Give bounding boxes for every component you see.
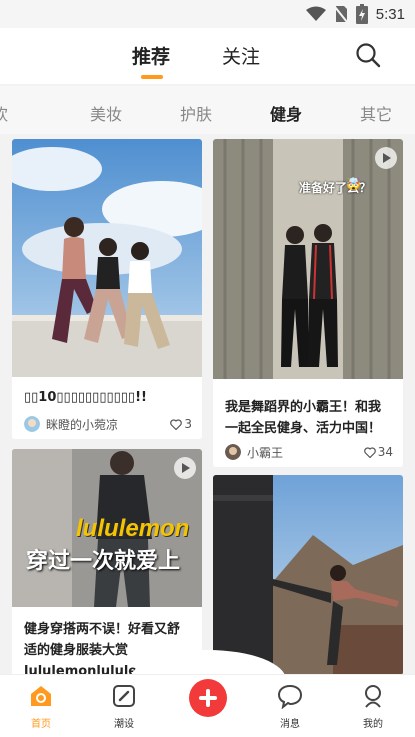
bottom-nav: 首页 潮设 消息 我的 (0, 674, 415, 737)
clock: 5:31 (375, 5, 405, 23)
brand-overlay-text: lululemon (76, 515, 190, 542)
card-video-thumbnail (213, 139, 403, 379)
nav-home[interactable]: 首页 (11, 683, 71, 730)
card-username[interactable]: 小霸王 (247, 444, 364, 461)
nav-messages[interactable]: 消息 (260, 683, 320, 730)
battery-charging-icon (355, 4, 368, 24)
avatar (24, 416, 40, 432)
avatar (225, 444, 241, 460)
nav-profile[interactable]: 我的 (343, 683, 403, 730)
status-bar: 5:31 (0, 0, 415, 28)
tab-follow[interactable]: 关注 (222, 42, 260, 69)
like-button[interactable]: 34 (363, 445, 393, 459)
card-username[interactable]: 眯瞪的小菀凉 (46, 416, 170, 433)
nav-home-label: 首页 (31, 719, 51, 730)
feed-card[interactable]: ▯▯10▯▯▯▯▯▯▯▯▯▯▯!! 眯瞪的小菀凉 3 (12, 139, 202, 439)
message-icon (277, 684, 303, 710)
top-header: 推荐 关注 (0, 28, 415, 84)
wifi-icon (305, 6, 326, 21)
card-image (213, 475, 403, 674)
search-icon[interactable] (355, 42, 381, 68)
like-count: 3 (184, 417, 192, 431)
profile-icon (365, 685, 381, 708)
emoji-sticker: 🤯 (346, 177, 361, 191)
nav-trend-label: 潮设 (114, 719, 134, 730)
category-other[interactable]: 其它 (360, 101, 392, 125)
feed-card[interactable]: 准备好了么？ 🤯 我是舞蹈界的小霸王！和我一起全民健身、活力中国！ 小霸王 34 (213, 139, 403, 467)
heart-icon (363, 446, 376, 458)
like-count: 34 (377, 445, 393, 459)
card-title: 我是舞蹈界的小霸王！和我一起全民健身、活力中国！ (225, 400, 382, 436)
like-button[interactable]: 3 (170, 417, 192, 431)
category-fitness[interactable]: 健身 (270, 101, 302, 125)
category-skincare[interactable]: 护肤 (180, 101, 212, 125)
nav-trend[interactable]: 潮设 (94, 683, 154, 730)
category-bar: 饮 美妆 护肤 健身 其它 (0, 86, 415, 134)
play-icon[interactable] (375, 147, 397, 169)
category-makeup[interactable]: 美妆 (90, 101, 122, 125)
active-tab-indicator (141, 75, 163, 79)
no-sim-icon (334, 6, 348, 23)
heart-icon (170, 418, 183, 430)
nav-profile-label: 我的 (363, 719, 383, 730)
home-icon (31, 686, 51, 706)
edit-icon (113, 685, 135, 707)
nav-messages-label: 消息 (280, 719, 300, 730)
slogan-overlay-text: 穿过一次就爱上 (26, 549, 181, 574)
tab-recommend[interactable]: 推荐 (132, 42, 170, 69)
add-icon[interactable] (189, 679, 227, 717)
play-icon[interactable] (174, 457, 196, 479)
feed: ▯▯10▯▯▯▯▯▯▯▯▯▯▯!! 眯瞪的小菀凉 3 准备好了么？ 🤯 我是舞蹈… (0, 134, 415, 674)
card-image (12, 139, 202, 377)
card-meta: 眯瞪的小菀凉 3 (24, 415, 192, 433)
feed-card[interactable]: lululemon 穿过一次就爱上 健身穿搭两不误！好看又舒适的健身服装大赏lu… (12, 449, 202, 674)
category-partial[interactable]: 饮 (0, 101, 8, 125)
card-title: ▯▯10▯▯▯▯▯▯▯▯▯▯▯!! (24, 390, 147, 405)
feed-card[interactable] (213, 475, 403, 674)
card-meta: 小霸王 34 (225, 443, 393, 461)
